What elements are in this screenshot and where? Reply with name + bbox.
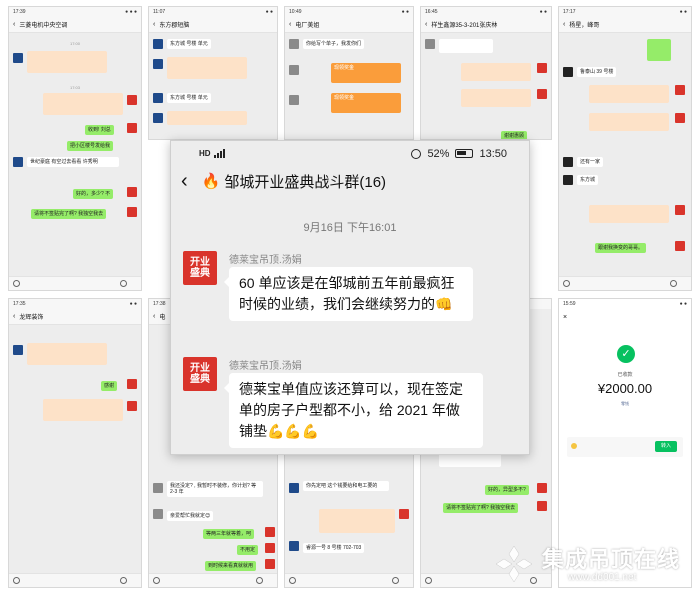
input-bar[interactable] — [9, 276, 141, 290]
signal-icon — [213, 149, 225, 158]
chat-title: ‹ 东方郡短脑 — [149, 17, 277, 33]
hd-indicator: HD — [199, 149, 211, 158]
back-icon[interactable]: ‹ — [13, 21, 15, 28]
chat-title-text: 电厂美姐 — [295, 23, 320, 29]
message-row: 开业 盛典 德莱宝吊顶.汤娟 60 单应该是在邹城前五年前最疯狂时候的业绩，我们… — [183, 251, 519, 351]
back-icon[interactable]: ‹ — [13, 313, 15, 320]
site-watermark: 集成吊顶在线 www.dd001.net — [494, 542, 694, 594]
chat-title: ‹ 三菱电机中央空调 — [9, 17, 141, 33]
message-bubble: 谢谢惠顾 — [501, 131, 528, 139]
message-bubble: 现领奖金 — [331, 63, 401, 83]
message-bubble: 你先定吧 这个钱要给和电工要的 — [303, 481, 389, 491]
battery-percent: 52% — [427, 147, 450, 160]
phone-screenshot-1: 17:39 ● ● ● ‹ 三菱电机中央空调 17:00 17:03 收到! 刘总 … — [8, 6, 142, 291]
message-bubble: 我还没定? , 我暂时不装修，你计划? 等 2-3 年 — [167, 481, 263, 497]
status-bar: 17:17 ● ● — [559, 7, 691, 17]
message-bubble: 不用定 — [237, 545, 259, 555]
message-bubble: 好的，多少? 不 — [73, 189, 114, 199]
chat-title-text: 电 — [159, 315, 166, 321]
success-check-icon: ✓ — [617, 345, 635, 363]
message-bubble: 收到! 刘总 — [85, 125, 114, 135]
message-bubble: 感谢 — [101, 381, 118, 391]
chat-title-text: 杨星，峰哥 — [569, 23, 600, 29]
chat-title-text: 三菱电机中央空调 — [19, 23, 68, 29]
watermark-logo-icon — [495, 545, 533, 583]
phone-screenshot-4: 16:45 ● ● ‹ 样生鑫源35-3-201张庆林 谢谢惠顾 — [420, 6, 552, 140]
chat-title-text: 东方郡短脑 — [159, 23, 190, 29]
phone-screenshot-3: 10:49 ● ● ‹ 电厂美姐 你给写个单子，我发你们 现领奖金 现领奖金 — [284, 6, 414, 140]
message-bubble: 到时候来看真就就用 — [205, 561, 257, 571]
message-bubble[interactable]: 60 单应该是在邹城前五年前最疯狂时候的业绩，我们会继续努力的👊 — [224, 267, 473, 321]
clock: 13:50 — [479, 147, 507, 160]
status-bar: HD 52% 13:50 — [171, 141, 529, 166]
message-bubble: 等两三年就等着，呵 — [203, 529, 255, 539]
sender-name: 德莱宝吊顶.汤娟 — [229, 361, 302, 372]
message-bubble: 请将不签贴完了啊? 我独空我去 — [443, 503, 519, 513]
status-bar: 11:07 ● ● — [149, 7, 277, 17]
fire-icon: 🔥 — [201, 173, 221, 190]
chat-title: × — [559, 309, 691, 325]
payment-status-label: 已收款 — [617, 372, 633, 378]
message-bubble: 东方城 号楼 单元 — [167, 93, 211, 103]
close-icon[interactable]: × — [563, 314, 567, 321]
message-bubble: 把小区楼号发给我 — [67, 141, 114, 151]
message-bubble: 好的，异型多不? — [485, 485, 529, 495]
battery-icon — [455, 149, 474, 158]
payment-sub-link[interactable]: 零钱 — [559, 401, 691, 407]
input-bar[interactable] — [149, 573, 277, 587]
chat-title: ‹ 杨星，峰哥 — [559, 17, 691, 33]
input-bar[interactable] — [9, 573, 141, 587]
status-bar: 10:49 ● ● — [285, 7, 413, 17]
phone-screenshot-5: 17:17 ● ● ‹ 杨星，峰哥 鲁泰山 39 号楼 还有一家 东方城 跟谢我换变… — [558, 6, 692, 291]
message-bubble: 跟谢我换变的哥哥。 — [595, 243, 647, 253]
chat-title: ‹ 龙辉装饰 — [9, 309, 141, 325]
message-timestamp: 9月16日 下午16:01 — [303, 222, 397, 234]
message-bubble: 现领奖金 — [331, 93, 401, 113]
status-bar: 17:39 ● ● ● — [9, 7, 141, 17]
watermark-url: www.dd001.net — [568, 572, 637, 583]
back-icon[interactable]: ‹ — [563, 21, 565, 28]
status-bar: 17:35 ● ● — [9, 299, 141, 309]
message-bubble: 还有一家 — [577, 157, 604, 167]
back-icon[interactable]: ‹ — [425, 21, 427, 28]
status-bar: 16:45 ● ● — [421, 7, 551, 17]
message-bubble: 东方城 — [577, 175, 599, 185]
back-icon[interactable]: ‹ — [153, 21, 155, 28]
message-bubble: 睿源一号 8 号楼 702-703 — [303, 543, 365, 553]
input-bar[interactable] — [285, 573, 413, 587]
avatar[interactable]: 开业 盛典 — [183, 251, 217, 285]
message-bubble: 你给写个单子，我发你们 — [303, 39, 365, 49]
phone-screenshot-2: 11:07 ● ● ‹ 东方郡短脑 东方城 号楼 单元 东方城 号楼 单元 — [148, 6, 278, 140]
chat-title: 邹城开业盛典战斗群(16) — [224, 173, 387, 191]
payment-amount: ¥2000.00 — [597, 381, 653, 396]
message-bubble: 请将不签贴完了啊? 我独空我去 — [31, 209, 107, 219]
bulb-icon — [571, 443, 577, 449]
back-icon[interactable]: ‹ — [181, 171, 188, 191]
chat-title: ‹ 样生鑫源35-3-201张庆林 — [421, 17, 551, 33]
avatar[interactable]: 开业 盛典 — [183, 357, 217, 391]
message-bubble: 鲁泰山 39 号楼 — [577, 67, 617, 77]
sender-name: 德莱宝吊顶.汤娟 — [229, 255, 302, 266]
message-bubble: 亲爱帮忙我就定😊 — [167, 511, 214, 521]
message-bubble[interactable]: 德莱宝单值应该还算可以，现在签定单的房子户型都不小，给 2021 年做铺垫💪💪💪 — [224, 373, 483, 448]
chat-title-text: 龙辉装饰 — [19, 315, 44, 321]
chat-title-text: 样生鑫源35-3-201张庆林 — [431, 23, 498, 29]
alarm-icon — [411, 148, 422, 159]
watermark-text: 集成吊顶在线 — [542, 547, 681, 572]
transfer-in-button[interactable]: 转入 — [655, 441, 677, 452]
input-bar[interactable] — [559, 276, 691, 290]
message-row: 开业 盛典 德莱宝吊顶.汤娟 德莱宝单值应该还算可以，现在签定单的房子户型都不小… — [183, 357, 519, 454]
promo-card: 转入 — [567, 437, 683, 457]
phone-screenshot-6: 17:35 ● ● ‹ 龙辉装饰 感谢 — [8, 298, 142, 588]
back-icon[interactable]: ‹ — [153, 313, 155, 320]
featured-chat-screenshot: HD 52% 13:50 ‹ 🔥 邹城开业盛典战斗群(16) 9月16日 下午1… — [170, 140, 530, 455]
status-bar: 15:59 ● ● — [559, 299, 691, 309]
message-bubble: 世纪豪庭 有空过去看看 许秀明 — [27, 157, 119, 167]
message-bubble: 东方城 号楼 单元 — [167, 39, 211, 49]
chat-title: ‹ 电厂美姐 — [285, 17, 413, 33]
back-icon[interactable]: ‹ — [289, 21, 291, 28]
chat-header: ‹ 🔥 邹城开业盛典战斗群(16) — [171, 166, 529, 196]
